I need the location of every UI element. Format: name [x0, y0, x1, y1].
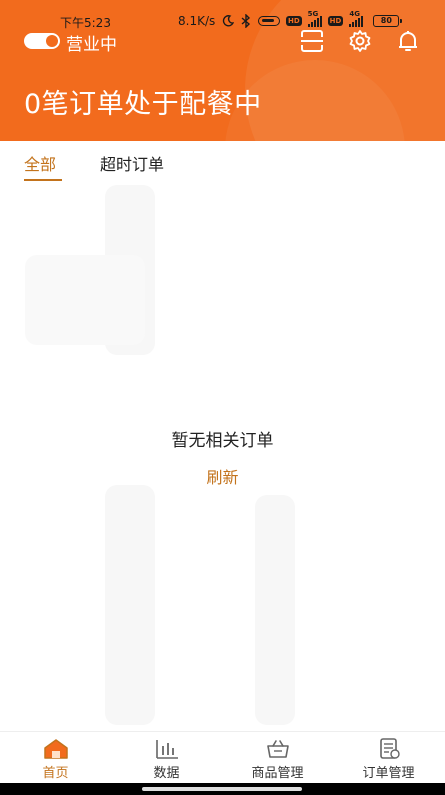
nav-label: 数据	[153, 766, 180, 781]
scan-icon	[301, 30, 323, 52]
nav-label: 商品管理	[251, 766, 304, 781]
refresh-link-wrapper: 刷新	[0, 464, 445, 488]
nav-item-orders[interactable]: 订单管理	[333, 738, 444, 781]
order-tabs: 全部 超时订单	[0, 141, 445, 185]
active-tab-indicator	[24, 179, 62, 181]
bar-chart-icon	[155, 740, 178, 759]
signal-4g-icon: 4G	[349, 10, 364, 27]
nav-item-goods[interactable]: 商品管理	[222, 738, 333, 781]
battery-icon: 80	[373, 15, 403, 27]
background-decoration	[255, 495, 295, 725]
system-gesture-bar	[0, 783, 445, 795]
order-list-icon	[379, 738, 400, 759]
tab-all[interactable]: 全部	[24, 151, 62, 181]
tab-timeout-orders[interactable]: 超时订单	[100, 151, 164, 175]
page-title: 0笔订单处于配餐中	[24, 89, 262, 120]
header-toolbar: 营业中	[0, 28, 445, 55]
bottom-navigation: 首页 数据 商品管理 订单管理	[0, 731, 445, 783]
hd-badge: HD	[327, 16, 344, 26]
store-status-toggle[interactable]	[24, 33, 60, 49]
order-list-area: 暂无相关订单 刷新	[0, 185, 445, 731]
bell-icon	[399, 31, 417, 51]
vibrate-icon	[258, 16, 280, 26]
settings-button[interactable]	[346, 28, 374, 54]
home-icon	[43, 739, 68, 759]
background-decoration	[25, 255, 145, 345]
bluetooth-icon	[241, 14, 251, 28]
background-decoration	[105, 485, 155, 725]
refresh-button[interactable]: 刷新	[206, 468, 238, 487]
store-status-label: 营业中	[66, 35, 117, 55]
status-network-speed: 8.1K/s	[178, 14, 216, 28]
scan-button[interactable]	[298, 28, 326, 54]
nav-label: 订单管理	[362, 766, 415, 781]
nav-item-data[interactable]: 数据	[111, 738, 222, 781]
gear-icon	[349, 30, 371, 52]
nav-item-home[interactable]: 首页	[0, 738, 111, 781]
hd-badge: HD	[286, 16, 302, 26]
basket-icon	[266, 740, 289, 758]
header: 下午5:23 8.1K/s HD 5G HD 4G 80 营业中 0笔订单处于配…	[0, 0, 445, 141]
nav-label: 首页	[42, 766, 69, 781]
tab-label: 全部	[24, 155, 57, 174]
tab-label: 超时订单	[100, 155, 165, 174]
signal-5g-icon: 5G	[307, 10, 322, 27]
moon-icon	[222, 15, 234, 27]
home-indicator[interactable]	[142, 787, 302, 791]
empty-state-message: 暂无相关订单	[171, 431, 274, 451]
status-icons: HD 5G HD 4G 80	[222, 10, 403, 28]
notifications-button[interactable]	[394, 28, 422, 54]
toggle-knob	[46, 35, 58, 47]
